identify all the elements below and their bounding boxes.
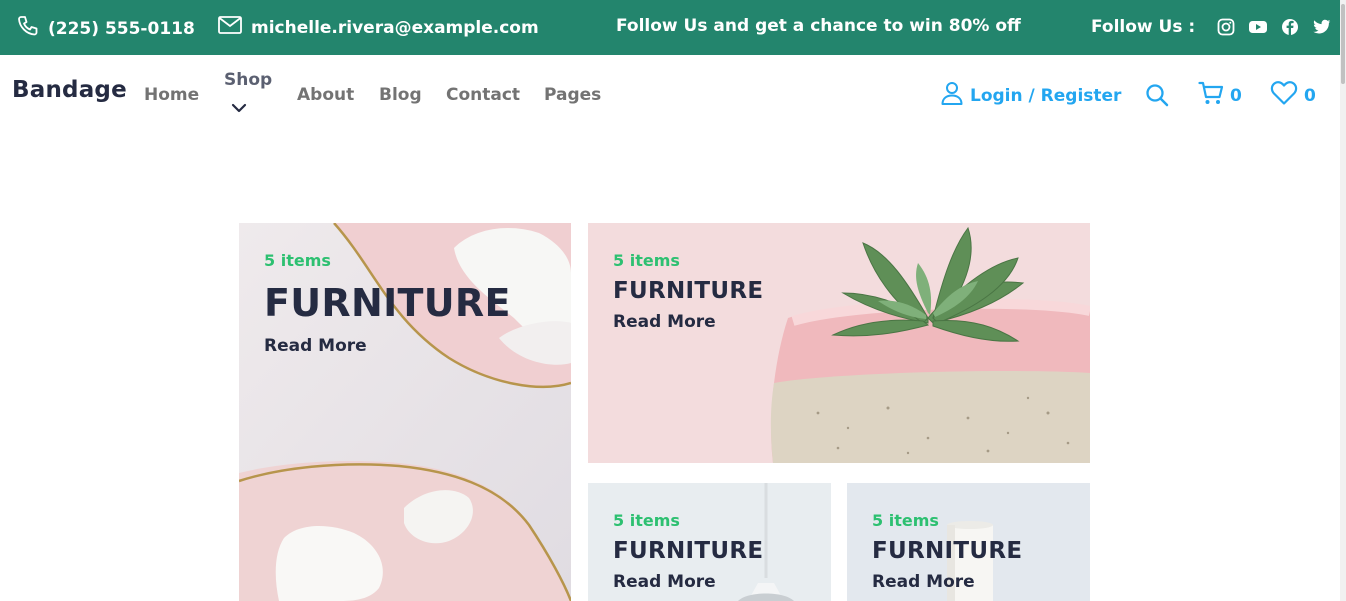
read-more-link[interactable]: Read More: [613, 572, 716, 592]
card-item-count: 5 items: [613, 251, 680, 270]
twitter-icon[interactable]: [1311, 16, 1333, 38]
furniture-image: [239, 223, 571, 601]
category-card-large[interactable]: 5 items FURNITURE Read More: [239, 223, 571, 601]
read-more-link[interactable]: Read More: [264, 336, 367, 356]
facebook-icon[interactable]: [1279, 16, 1301, 38]
category-card-small[interactable]: 5 items FURNITURE Read More: [847, 483, 1090, 601]
phone-contact[interactable]: (225) 555-0118: [16, 14, 195, 43]
top-bar: (225) 555-0118 michelle.rivera@example.c…: [0, 0, 1340, 55]
phone-number: (225) 555-0118: [48, 18, 195, 39]
phone-icon: [16, 14, 40, 43]
card-title: FURNITURE: [613, 538, 764, 564]
follow-label: Follow Us :: [1091, 17, 1196, 37]
page-scrollbar[interactable]: [1340, 0, 1346, 601]
read-more-link[interactable]: Read More: [872, 572, 975, 592]
card-title: FURNITURE: [613, 278, 764, 304]
wishlist-button[interactable]: 0: [1270, 80, 1316, 111]
login-label: Login / Register: [970, 85, 1122, 106]
heart-icon: [1270, 80, 1298, 111]
social-follow: Follow Us :: [1091, 16, 1333, 38]
category-card-wide[interactable]: 5 items FURNITURE Read More: [588, 223, 1090, 463]
nav-link-contact[interactable]: Contact: [446, 85, 520, 105]
nav-link-pages[interactable]: Pages: [544, 85, 601, 105]
youtube-icon[interactable]: [1247, 16, 1269, 38]
cart-icon: [1198, 80, 1224, 111]
category-card-small[interactable]: 5 items FURNITURE Read More: [588, 483, 831, 601]
chevron-down-icon[interactable]: [231, 99, 247, 113]
brand-logo[interactable]: Bandage: [12, 77, 127, 103]
mail-icon: [217, 14, 243, 41]
card-item-count: 5 items: [613, 511, 680, 530]
cart-count: 0: [1230, 85, 1242, 106]
nav-link-about[interactable]: About: [297, 85, 354, 105]
nav-link-blog[interactable]: Blog: [379, 85, 422, 105]
email-address: michelle.rivera@example.com: [251, 17, 539, 38]
scrollbar-thumb[interactable]: [1341, 4, 1345, 84]
email-contact[interactable]: michelle.rivera@example.com: [217, 14, 539, 41]
card-title: FURNITURE: [264, 281, 511, 325]
instagram-icon[interactable]: [1215, 16, 1237, 38]
nav-link-shop[interactable]: Shop: [224, 70, 272, 90]
promo-text: Follow Us and get a chance to win 80% of…: [616, 16, 1021, 36]
search-icon: [1145, 83, 1169, 112]
login-register-link[interactable]: Login / Register: [940, 80, 1121, 111]
search-button[interactable]: [1145, 83, 1169, 112]
nav-link-home[interactable]: Home: [144, 85, 199, 105]
wishlist-count: 0: [1304, 85, 1316, 106]
card-item-count: 5 items: [264, 251, 331, 270]
cart-button[interactable]: 0: [1198, 80, 1242, 111]
read-more-link[interactable]: Read More: [613, 312, 716, 332]
user-icon: [940, 80, 964, 111]
card-title: FURNITURE: [872, 538, 1023, 564]
card-item-count: 5 items: [872, 511, 939, 530]
